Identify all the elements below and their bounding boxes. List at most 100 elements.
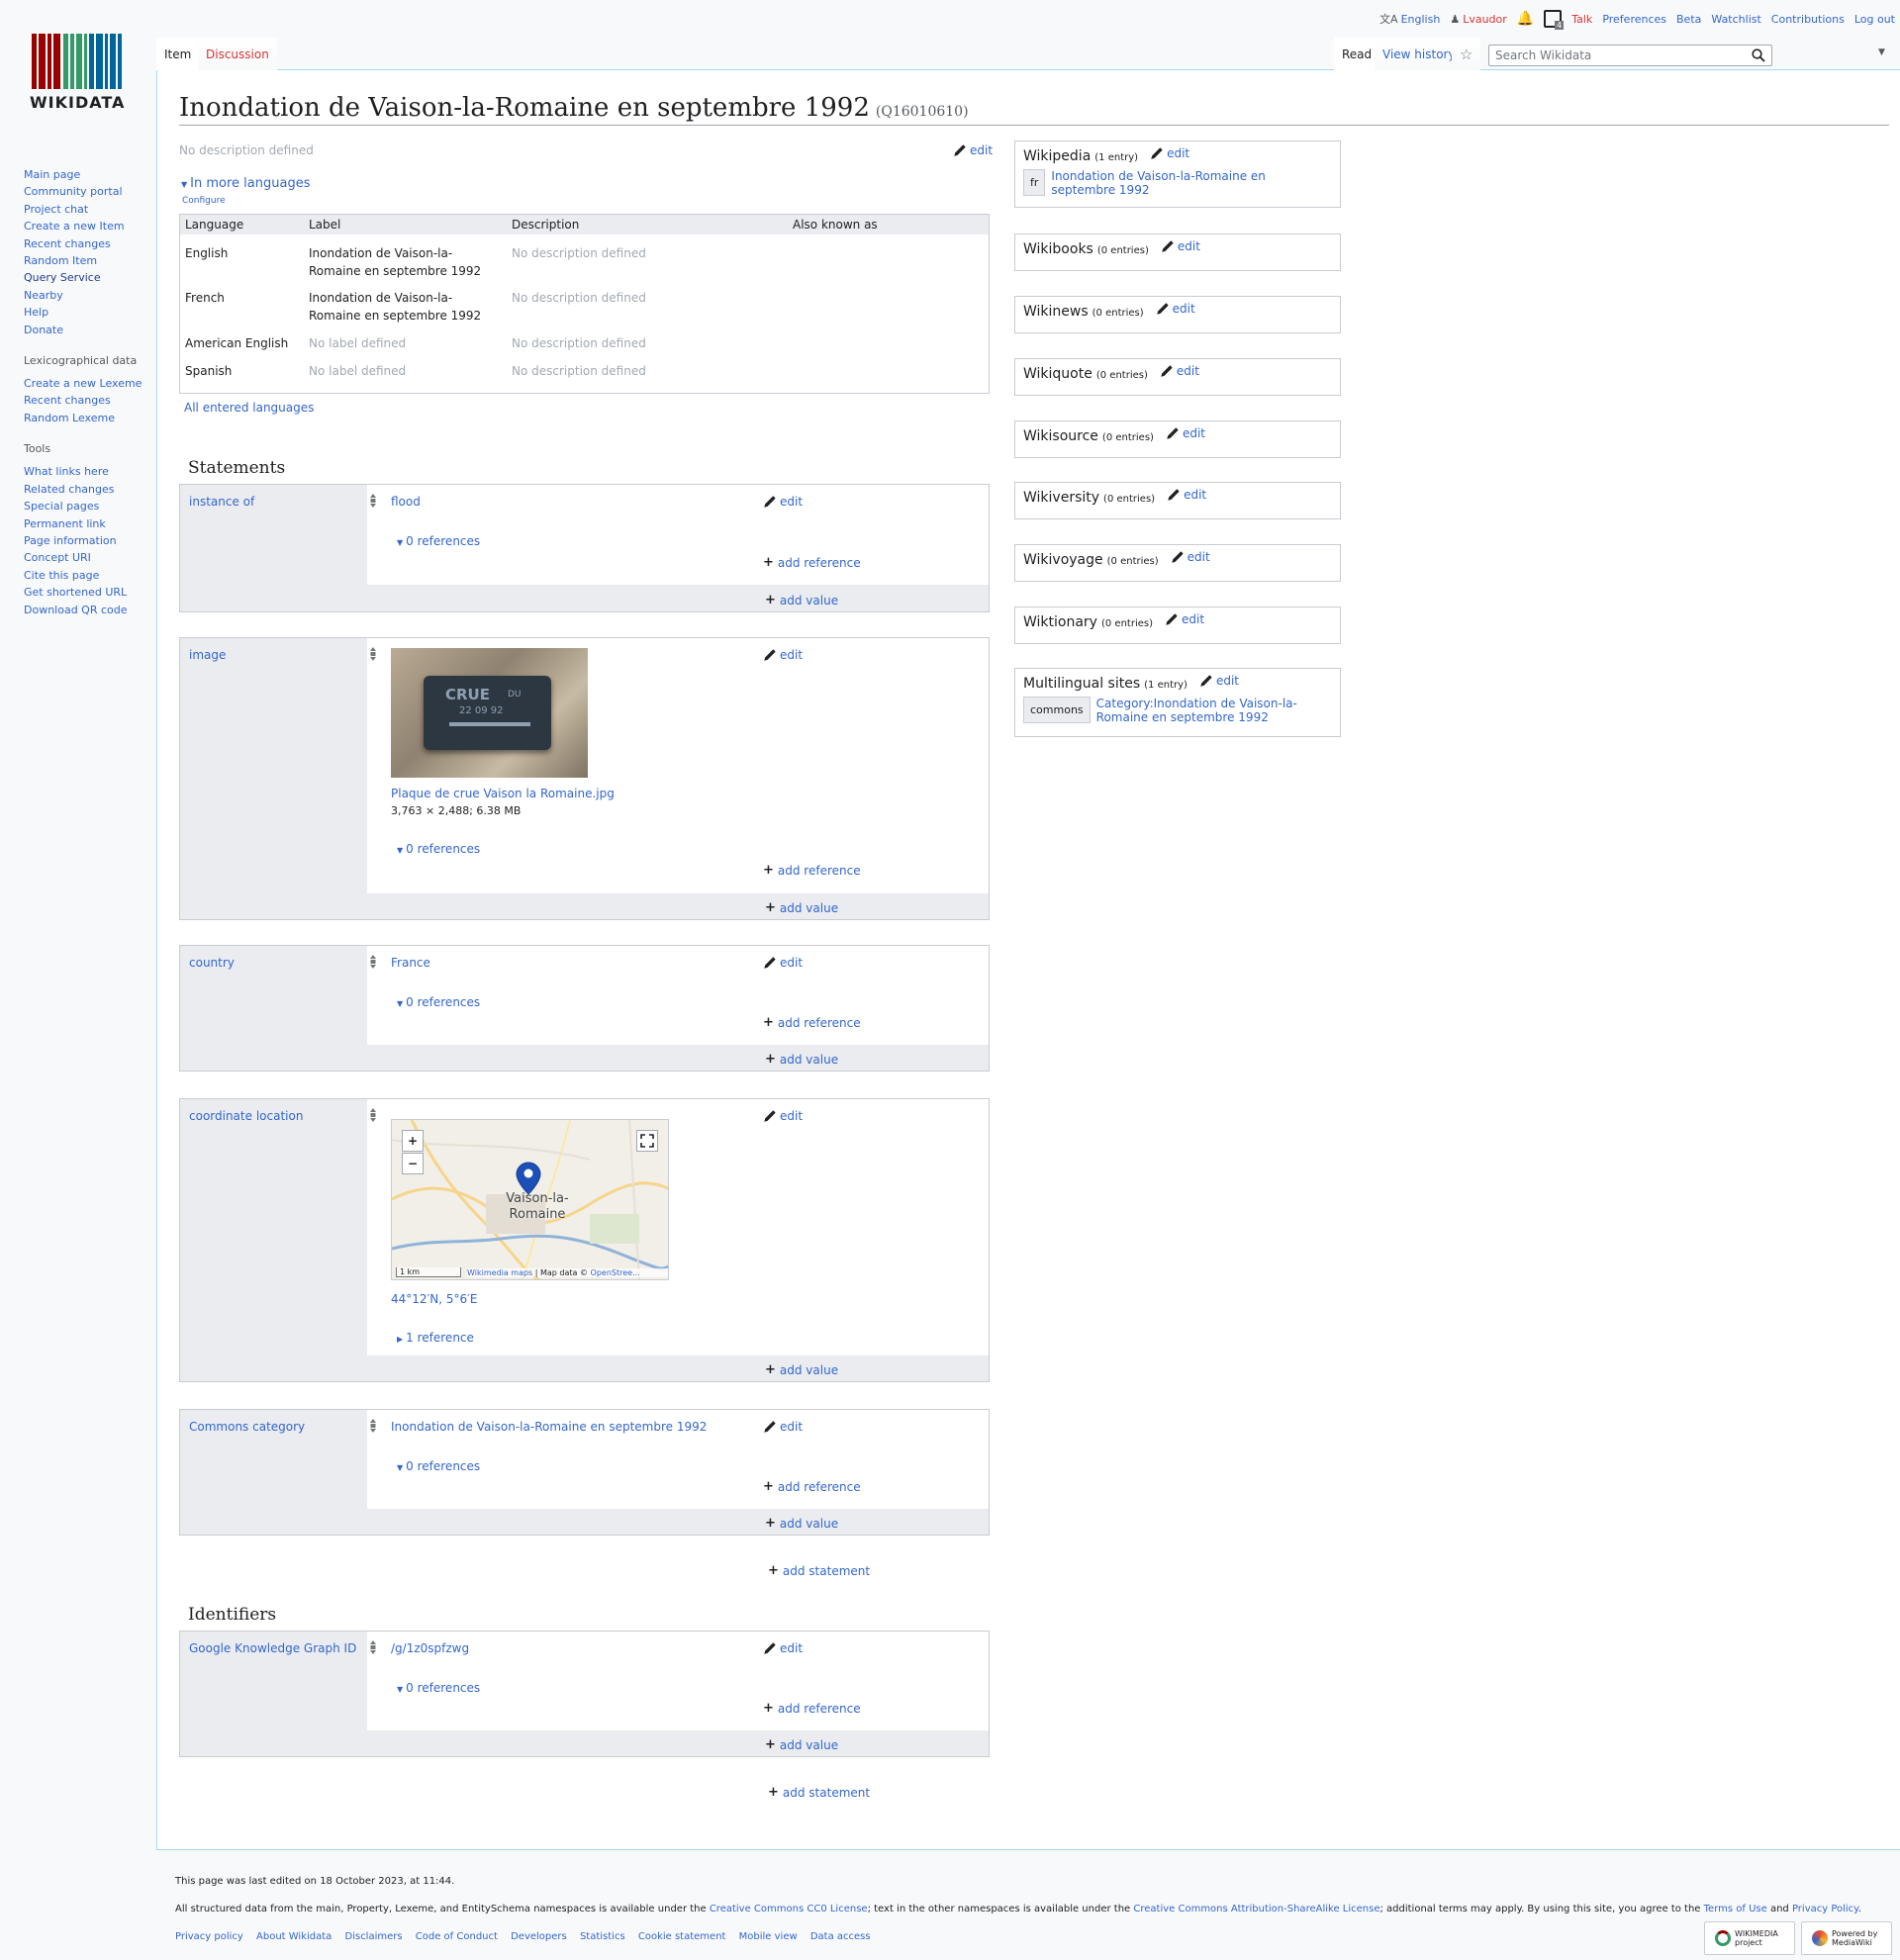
tab-view-history[interactable]: View history xyxy=(1375,38,1464,70)
sidebar-item-random-lexeme[interactable]: Random Lexeme xyxy=(24,410,152,426)
beta-link[interactable]: Beta xyxy=(1676,13,1701,26)
sidebar-item-project-chat[interactable]: Project chat xyxy=(24,201,152,218)
sidebar-item-query-service[interactable]: Query Service xyxy=(24,269,152,286)
watchlist-link[interactable]: Watchlist xyxy=(1711,13,1760,26)
property-image[interactable]: image xyxy=(189,648,226,662)
references-toggle[interactable]: ▶ 1 reference xyxy=(397,1331,474,1345)
statement-edit-button[interactable]: edit xyxy=(763,1641,803,1655)
statement-value[interactable]: France xyxy=(391,956,430,970)
sidebar-item-cite-page[interactable]: Cite this page xyxy=(24,567,152,584)
watch-star-icon[interactable]: ☆ xyxy=(1452,38,1481,70)
footer-link-code-of-conduct[interactable]: Code of Conduct xyxy=(416,1931,498,1942)
sitelink-edit-button[interactable]: edit xyxy=(1160,364,1199,378)
tab-item[interactable]: Item xyxy=(156,38,200,70)
add-value-button[interactable]: + add value xyxy=(765,1737,838,1752)
statement-value[interactable]: flood xyxy=(391,495,421,509)
sidebar-item-qr-code[interactable]: Download QR code xyxy=(24,602,152,618)
footer-link-data-access[interactable]: Data access xyxy=(810,1931,871,1942)
license-ccbysa-link[interactable]: Creative Commons Attribution-ShareAlike … xyxy=(1133,1904,1379,1914)
mediawiki-badge[interactable]: Powered by MediaWiki xyxy=(1801,1921,1892,1955)
sidebar-item-nearby[interactable]: Nearby xyxy=(24,287,152,304)
map-attribution-osm[interactable]: OpenStree... xyxy=(591,1268,640,1277)
statement-edit-button[interactable]: edit xyxy=(763,1109,803,1123)
add-statement-button[interactable]: + add statement xyxy=(768,1563,870,1578)
property-country[interactable]: country xyxy=(189,956,235,970)
references-toggle[interactable]: ▼ 0 references xyxy=(397,842,480,856)
language-link[interactable]: English xyxy=(1401,13,1441,26)
sidebar-item-related-changes[interactable]: Related changes xyxy=(24,481,152,498)
rank-selector-icon[interactable] xyxy=(369,1639,377,1655)
all-languages-link[interactable]: All entered languages xyxy=(184,401,314,415)
fullscreen-icon[interactable] xyxy=(636,1130,658,1152)
more-menu-chevron-icon[interactable]: ▼ xyxy=(1878,47,1885,57)
language-selector[interactable]: 文A English xyxy=(1379,11,1440,27)
map-attribution-link[interactable]: Wikimedia maps xyxy=(467,1268,532,1277)
configure-link[interactable]: Configure xyxy=(182,196,226,206)
sitelink-edit-button[interactable]: edit xyxy=(1156,302,1195,316)
sitelink-edit-button[interactable]: edit xyxy=(1199,674,1239,688)
statement-value[interactable]: Inondation de Vaison-la-Romaine en septe… xyxy=(391,1420,707,1434)
add-value-button[interactable]: + add value xyxy=(765,900,838,915)
property-commons-category[interactable]: Commons category xyxy=(189,1420,305,1434)
sitelink-edit-button[interactable]: edit xyxy=(1171,550,1210,564)
tab-read[interactable]: Read xyxy=(1334,38,1380,70)
wikimedia-project-badge[interactable]: WIKIMEDIA project xyxy=(1704,1921,1795,1955)
add-value-button[interactable]: + add value xyxy=(765,1516,838,1531)
footer-link-disclaimers[interactable]: Disclaimers xyxy=(345,1931,403,1942)
add-reference-button[interactable]: + add reference xyxy=(763,555,861,570)
sidebar-item-permanent-link[interactable]: Permanent link xyxy=(24,515,152,532)
description-edit-button[interactable]: edit xyxy=(953,143,993,157)
references-toggle[interactable]: ▼ 0 references xyxy=(397,534,480,548)
sidebar-item-lexeme-recent-changes[interactable]: Recent changes xyxy=(24,392,152,409)
map-marker-icon[interactable] xyxy=(516,1162,541,1195)
add-reference-button[interactable]: + add reference xyxy=(763,1479,861,1494)
rank-selector-icon[interactable] xyxy=(369,1418,377,1434)
add-statement-button[interactable]: + add statement xyxy=(768,1785,870,1800)
sidebar-item-donate[interactable]: Donate xyxy=(24,322,152,338)
contributions-link[interactable]: Contributions xyxy=(1771,13,1845,26)
privacy-policy-link[interactable]: Privacy Policy xyxy=(1792,1904,1858,1914)
add-reference-button[interactable]: + add reference xyxy=(763,863,861,878)
wikidata-logo[interactable]: WIKIDATA xyxy=(18,30,137,119)
footer-link-cookie[interactable]: Cookie statement xyxy=(638,1931,726,1942)
add-reference-button[interactable]: + add reference xyxy=(763,1701,861,1716)
footer-link-developers[interactable]: Developers xyxy=(511,1931,567,1942)
sidebar-item-page-information[interactable]: Page information xyxy=(24,532,152,549)
sidebar-item-create-lexeme[interactable]: Create a new Lexeme xyxy=(24,375,152,392)
bell-icon[interactable]: 🔔 xyxy=(1517,11,1534,27)
sidebar-item-main-page[interactable]: Main page xyxy=(24,166,152,183)
user-link[interactable]: Lvaudor xyxy=(1463,13,1507,26)
talk-link[interactable]: Talk xyxy=(1571,13,1592,26)
search-icon[interactable] xyxy=(1752,48,1765,65)
statement-edit-button[interactable]: edit xyxy=(763,1420,803,1434)
property-google-knowledge-graph-id[interactable]: Google Knowledge Graph ID xyxy=(189,1641,356,1655)
add-value-button[interactable]: + add value xyxy=(765,1052,838,1067)
sidebar-item-shortened-url[interactable]: Get shortened URL xyxy=(24,584,152,601)
coordinate-value[interactable]: 44°12′N, 5°6′E xyxy=(391,1292,477,1306)
map-widget[interactable]: + − Vaison-la-Romaine 1 km Wikimedia map… xyxy=(391,1119,669,1280)
add-reference-button[interactable]: + add reference xyxy=(763,1015,861,1030)
rank-selector-icon[interactable] xyxy=(369,493,377,509)
license-cc0-link[interactable]: Creative Commons CC0 License xyxy=(710,1904,868,1914)
sitelink-edit-button[interactable]: edit xyxy=(1150,146,1189,160)
footer-link-statistics[interactable]: Statistics xyxy=(580,1931,625,1942)
image-thumbnail[interactable]: CRUE DU 22 09 92 xyxy=(391,648,588,778)
sidebar-item-recent-changes[interactable]: Recent changes xyxy=(24,235,152,252)
sidebar-item-what-links-here[interactable]: What links here xyxy=(24,463,152,480)
sidebar-item-community-portal[interactable]: Community portal xyxy=(24,183,152,200)
footer-link-about[interactable]: About Wikidata xyxy=(256,1931,332,1942)
sidebar-item-random-item[interactable]: Random Item xyxy=(24,252,152,269)
add-value-button[interactable]: + add value xyxy=(765,1362,838,1377)
references-toggle[interactable]: ▼ 0 references xyxy=(397,1681,480,1695)
sidebar-item-create-item[interactable]: Create a new Item xyxy=(24,218,152,234)
statement-edit-button[interactable]: edit xyxy=(763,495,803,509)
sitelink-edit-button[interactable]: edit xyxy=(1161,239,1200,253)
sitelink-edit-button[interactable]: edit xyxy=(1166,426,1205,440)
sitelink-page-link[interactable]: Inondation de Vaison-la-Romaine en septe… xyxy=(1051,169,1318,197)
statement-edit-button[interactable]: edit xyxy=(763,956,803,970)
search-input[interactable]: Search Wikidata xyxy=(1488,45,1772,66)
preferences-link[interactable]: Preferences xyxy=(1602,13,1666,26)
statement-value[interactable]: /g/1z0spfzwg xyxy=(391,1641,469,1655)
rank-selector-icon[interactable] xyxy=(369,954,377,970)
statement-edit-button[interactable]: edit xyxy=(763,648,803,662)
